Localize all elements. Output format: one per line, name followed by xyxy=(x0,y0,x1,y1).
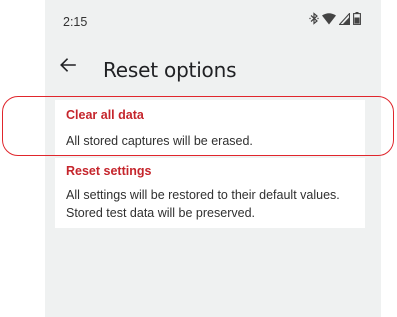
bluetooth-icon xyxy=(309,12,319,30)
battery-icon xyxy=(353,12,361,30)
option-description: All stored captures will be erased. xyxy=(66,134,253,148)
signal-icon xyxy=(338,12,351,30)
status-icons xyxy=(309,12,361,30)
option-description: All settings will be restored to their d… xyxy=(66,188,340,220)
wifi-icon xyxy=(322,12,336,30)
option-clear-all-data[interactable]: Clear all data All stored captures will … xyxy=(55,100,365,156)
option-title: Reset settings xyxy=(66,164,152,178)
status-bar: 2:15 xyxy=(45,0,381,40)
back-button[interactable] xyxy=(55,54,81,80)
option-reset-settings[interactable]: Reset settings All settings will be rest… xyxy=(55,158,365,228)
status-time: 2:15 xyxy=(63,15,88,29)
option-title: Clear all data xyxy=(66,108,144,122)
page-title: Reset options xyxy=(103,58,237,82)
arrow-back-icon xyxy=(60,57,76,77)
app-bar: Reset options xyxy=(45,46,381,90)
phone-screen: 2:15 Reset options Clear all data All st… xyxy=(45,0,381,317)
